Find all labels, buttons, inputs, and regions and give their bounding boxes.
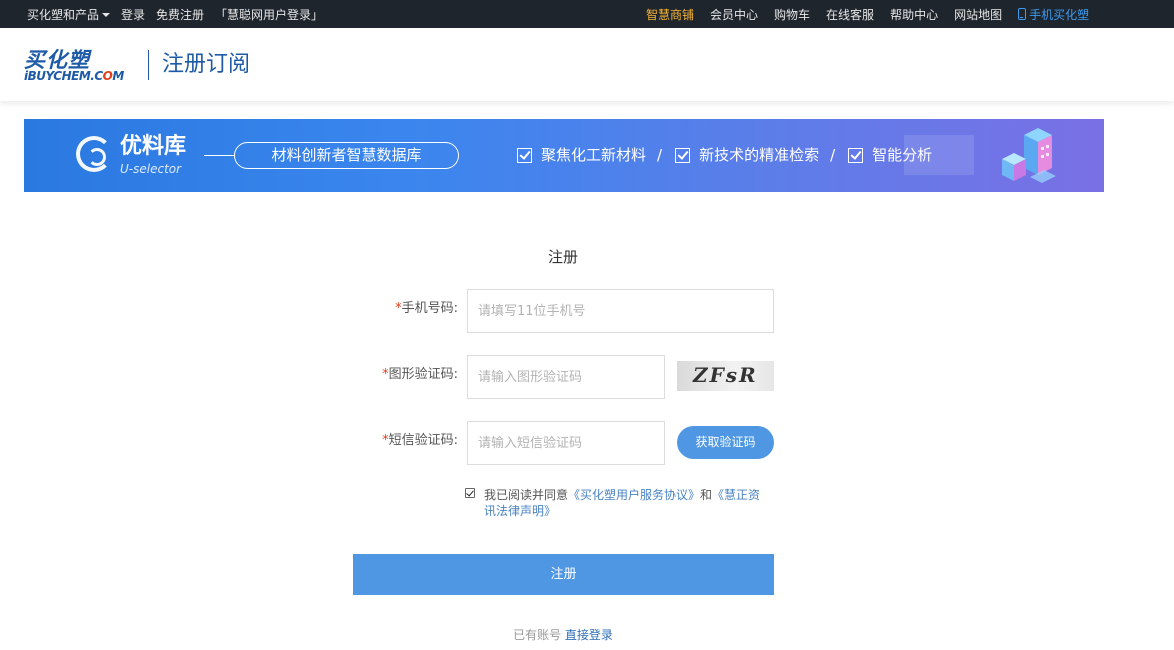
- isometric-buildings-illustration: [1002, 128, 1056, 183]
- captcha-image[interactable]: ZFsR: [677, 361, 774, 391]
- phone-label: *手机号码:: [395, 301, 458, 316]
- form-title: 注册: [547, 248, 578, 266]
- header-divider: [148, 50, 149, 80]
- hc360-login-link[interactable]: 「慧聪网用户登录」: [215, 6, 323, 23]
- login-hint: 已有账号 直接登录: [0, 626, 1126, 644]
- cart-link[interactable]: 购物车: [774, 6, 810, 23]
- banner-separator: /: [830, 146, 836, 164]
- smart-shop-link[interactable]: 智慧商铺: [646, 6, 694, 23]
- banner-brand: 优料库: [120, 134, 187, 159]
- get-sms-code-button[interactable]: 获取验证码: [677, 426, 774, 459]
- banner-brand-en: U-selector: [120, 162, 182, 176]
- phone-icon: [1018, 8, 1027, 20]
- top-nav-bar: 买化塑和产品 登录 免费注册 「慧聪网用户登录」 智慧商铺 会员中心 购物车 在…: [0, 0, 1174, 28]
- captcha-text: ZFsR: [693, 363, 758, 387]
- mobile-app-link[interactable]: 手机买化塑: [1018, 6, 1089, 23]
- checkbox-icon: [848, 147, 864, 163]
- logo-en: iBUYCHEM.COM: [24, 69, 124, 83]
- sms-label: *短信验证码:: [382, 433, 458, 448]
- top-nav-left: 买化塑和产品 登录 免费注册 「慧聪网用户登录」: [27, 0, 334, 28]
- u-selector-logo-icon: [76, 136, 112, 172]
- sitemap-link[interactable]: 网站地图: [954, 6, 1002, 23]
- site-logo[interactable]: 买化塑 iBUYCHEM.COM: [24, 47, 134, 83]
- banner-feature: 新技术的精准检索: [675, 143, 819, 167]
- products-menu-label: 买化塑和产品: [27, 7, 100, 22]
- banner-connector-line: [204, 155, 234, 156]
- login-link[interactable]: 登录: [121, 6, 145, 23]
- captcha-input[interactable]: [467, 355, 665, 399]
- login-hint-text: 已有账号: [513, 628, 562, 642]
- member-center-link[interactable]: 会员中心: [710, 6, 758, 23]
- checkbox-icon: [675, 147, 691, 163]
- products-menu[interactable]: 买化塑和产品: [27, 6, 111, 23]
- logo-cn: 买化塑: [24, 47, 90, 72]
- mobile-app-label: 手机买化塑: [1029, 7, 1090, 22]
- banner-slogan: 材料创新者智慧数据库: [234, 142, 459, 169]
- u-selector-banner[interactable]: 优料库 U-selector 材料创新者智慧数据库 聚焦化工新材料 / 新技术的…: [24, 119, 1104, 192]
- free-register-link[interactable]: 免费注册: [156, 6, 204, 23]
- banner-feature: 聚焦化工新材料: [517, 143, 646, 167]
- user-agreement-link[interactable]: 《买化塑用户服务协议》: [568, 488, 700, 502]
- chevron-down-icon: [102, 13, 111, 17]
- online-service-link[interactable]: 在线客服: [826, 6, 874, 23]
- top-nav-right: 智慧商铺 会员中心 购物车 在线客服 帮助中心 网站地图 手机买化塑: [646, 0, 1089, 28]
- site-header: 买化塑 iBUYCHEM.COM 注册订阅: [0, 28, 1174, 101]
- banner-separator: /: [657, 146, 663, 164]
- checkbox-icon: [517, 147, 532, 163]
- agreement-checkbox[interactable]: [465, 488, 475, 498]
- direct-login-link[interactable]: 直接登录: [565, 628, 613, 642]
- banner-features: 聚焦化工新材料 / 新技术的精准检索 / 智能分析: [517, 143, 932, 167]
- page-title: 注册订阅: [162, 52, 251, 77]
- banner-feature: 智能分析: [848, 143, 932, 167]
- help-center-link[interactable]: 帮助中心: [890, 6, 938, 23]
- sms-code-input[interactable]: [467, 421, 665, 465]
- agreement-text: 我已阅读并同意《买化塑用户服务协议》和《慧正资讯法律声明》: [484, 488, 761, 518]
- captcha-label: *图形验证码:: [382, 367, 458, 382]
- phone-input[interactable]: [467, 289, 774, 333]
- register-button[interactable]: 注册: [353, 554, 774, 595]
